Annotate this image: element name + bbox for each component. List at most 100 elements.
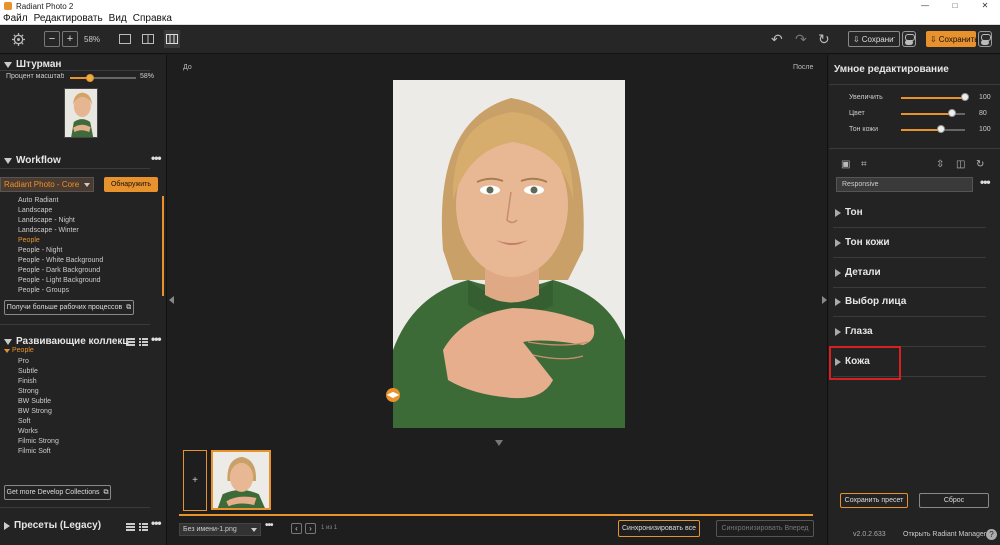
navigator-header[interactable]: Штурман xyxy=(4,59,61,70)
image-icon[interactable]: ▣ xyxy=(841,159,850,170)
workflow-item[interactable]: People - Dark Background xyxy=(18,267,100,274)
skin-tone-slider-knob[interactable] xyxy=(937,125,946,133)
workflow-item[interactable]: Landscape - Night xyxy=(18,217,75,224)
grid-view-icon[interactable] xyxy=(126,337,135,349)
save-button[interactable]: ⇩ Сохранить xyxy=(926,31,978,47)
maximize-button[interactable]: □ xyxy=(940,0,970,12)
reset-icon[interactable]: ↻ xyxy=(976,159,984,170)
add-image-button[interactable]: + xyxy=(183,450,207,511)
navigator-thumbnail[interactable] xyxy=(64,88,98,138)
side-by-side-view-icon[interactable] xyxy=(142,30,154,48)
workflow-item-selected[interactable]: People xyxy=(18,237,40,244)
collection-item[interactable]: Filmic Strong xyxy=(18,438,59,445)
external-link-icon: ⧉ xyxy=(103,488,109,496)
close-button[interactable]: ✕ xyxy=(970,0,1000,12)
save-all-options-toggle[interactable] xyxy=(902,31,916,47)
redo-icon[interactable]: ↷ xyxy=(795,30,807,48)
color-slider-fill xyxy=(901,113,953,115)
flip-vertical-icon[interactable]: ⇳ xyxy=(936,159,944,170)
preset-field[interactable]: Responsive xyxy=(836,177,973,192)
workflow-item[interactable]: People - White Background xyxy=(18,257,103,264)
reset-button[interactable]: Сброс xyxy=(919,493,989,508)
zoom-in-button[interactable]: + xyxy=(62,30,78,48)
collection-item[interactable]: Soft xyxy=(18,418,30,425)
main-photo[interactable] xyxy=(393,80,625,428)
previous-image-button[interactable]: ‹ xyxy=(291,523,302,534)
workflow-more-icon[interactable]: ••• xyxy=(151,151,162,165)
collections-more-icon[interactable]: ••• xyxy=(151,332,162,346)
color-slider-knob[interactable] xyxy=(948,109,957,117)
collections-header[interactable]: Развивающие коллекции xyxy=(4,336,129,347)
menu-file[interactable]: Файл xyxy=(0,13,31,24)
workflow-item[interactable]: People - Light Background xyxy=(18,277,101,284)
workflow-select[interactable]: Radiant Photo - Core xyxy=(0,177,94,192)
workflow-item[interactable]: People - Groups xyxy=(18,287,69,294)
open-manager-link[interactable]: Открыть Radiant Manager xyxy=(903,531,986,538)
list-view-icon[interactable] xyxy=(139,337,148,349)
collapse-filmstrip-icon[interactable] xyxy=(495,440,503,446)
workflow-header[interactable]: Workflow xyxy=(4,155,61,166)
sync-forward-button[interactable]: Синхронизировать Вперед xyxy=(716,520,814,537)
menu-help[interactable]: Справка xyxy=(130,13,175,24)
save-preset-button[interactable]: Сохранить пресет xyxy=(840,493,908,508)
help-icon[interactable]: ? xyxy=(986,529,997,540)
before-after-split-handle[interactable]: ◀▶ xyxy=(386,388,400,402)
file-select[interactable]: Без имени-1.png xyxy=(179,523,261,536)
collection-item[interactable]: Pro xyxy=(18,358,29,365)
workflow-scrollbar[interactable] xyxy=(162,196,164,296)
section-details[interactable]: Детали xyxy=(833,258,986,288)
single-view-icon[interactable] xyxy=(119,30,131,48)
collection-item[interactable]: Strong xyxy=(18,388,39,395)
compare-icon[interactable]: ◫ xyxy=(956,159,965,170)
crop-icon[interactable]: ⌗ xyxy=(861,159,867,170)
collapse-left-panel-icon[interactable] xyxy=(169,296,174,304)
presets-legacy-header[interactable]: Пресеты (Legacy) xyxy=(4,520,101,531)
export-icon: ⇩ xyxy=(853,34,860,44)
section-face-select[interactable]: Выбор лица xyxy=(833,287,986,317)
scale-value: 58% xyxy=(140,73,155,80)
list-view-icon[interactable] xyxy=(139,522,148,534)
collapse-right-panel-icon[interactable] xyxy=(822,296,827,304)
zoom-out-button[interactable]: − xyxy=(44,30,60,48)
minimize-button[interactable]: — xyxy=(910,0,940,12)
collection-item[interactable]: BW Strong xyxy=(18,408,52,415)
workflow-item[interactable]: Auto Radiant xyxy=(18,197,58,204)
split-view-icon[interactable] xyxy=(164,30,180,48)
left-panel: Штурман Процент масштабирования 58% Work… xyxy=(0,55,166,545)
section-skin-tone[interactable]: Тон кожи xyxy=(833,228,986,258)
more-collections-button[interactable]: Get more Develop Collections ⧉ xyxy=(4,485,111,500)
filmstrip-thumbnail[interactable] xyxy=(211,450,271,510)
more-workflows-button[interactable]: Получи больше рабочих процессов ⧉ xyxy=(4,300,134,315)
workflow-item[interactable]: Landscape xyxy=(18,207,52,214)
workflow-item[interactable]: People - Night xyxy=(18,247,62,254)
menu-view[interactable]: Вид xyxy=(106,13,130,24)
detect-button[interactable]: Обнаружить xyxy=(104,177,158,192)
filmstrip-scroll-bar[interactable] xyxy=(179,514,813,516)
collection-group-people[interactable]: People xyxy=(4,347,34,354)
collection-item[interactable]: Subtle xyxy=(18,368,38,375)
save-options-toggle[interactable] xyxy=(978,31,992,47)
collection-item[interactable]: BW Subtle xyxy=(18,398,51,405)
file-more-icon[interactable]: ••• xyxy=(265,520,273,531)
collection-item[interactable]: Works xyxy=(18,428,38,435)
expand-triangle-icon xyxy=(835,327,841,336)
grid-view-icon[interactable] xyxy=(126,522,135,534)
section-tone[interactable]: Тон xyxy=(833,198,986,228)
presets-more-icon[interactable]: ••• xyxy=(151,516,162,530)
refresh-icon[interactable]: ↻ xyxy=(818,30,830,48)
undo-icon[interactable]: ↶ xyxy=(771,30,783,48)
divider xyxy=(0,324,150,325)
slider-value-enhance: 100 xyxy=(979,94,991,101)
save-all-button[interactable]: ⇩ Сохранить Все xyxy=(848,31,900,47)
collection-item[interactable]: Finish xyxy=(18,378,37,385)
sync-all-button[interactable]: Синхронизировать все xyxy=(618,520,700,537)
next-image-button[interactable]: › xyxy=(305,523,316,534)
scale-slider-knob[interactable] xyxy=(85,74,94,82)
menu-edit[interactable]: Редактировать xyxy=(31,13,106,24)
enhance-slider-knob[interactable] xyxy=(961,93,969,101)
workflow-item[interactable]: Landscape - Winter xyxy=(18,227,79,234)
section-eyes[interactable]: Глаза xyxy=(833,317,986,347)
settings-icon[interactable] xyxy=(10,30,26,48)
collection-item[interactable]: Filmic Soft xyxy=(18,448,51,455)
preset-more-icon[interactable]: ••• xyxy=(980,175,991,189)
